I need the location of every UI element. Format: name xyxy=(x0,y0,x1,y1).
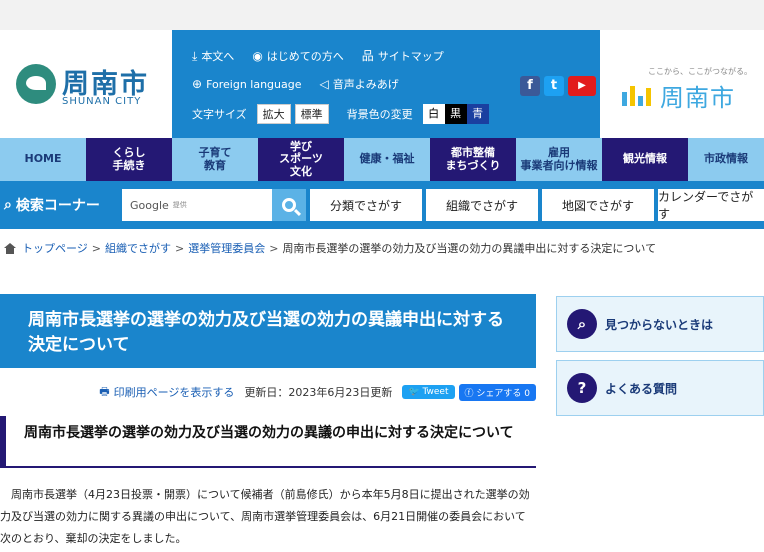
search-by-calendar[interactable]: カレンダーでさがす xyxy=(658,189,764,221)
nav-learning[interactable]: 学び スポーツ 文化 xyxy=(258,138,344,181)
page-title: 周南市長選挙の選挙の効力及び当選の効力の異議申出に対する決定について xyxy=(0,294,536,368)
first-time-link[interactable]: ◉ はじめての方へ xyxy=(252,48,343,64)
breadcrumb: トップページ > 組織でさがす > 選挙管理委員会 > 周南市長選挙の選挙の効力… xyxy=(0,238,764,258)
facebook-share-icon: ⓕ xyxy=(464,388,477,399)
breadcrumb-top[interactable]: トップページ xyxy=(22,240,88,256)
bg-white-button[interactable]: 白 xyxy=(422,104,445,124)
nav-employment[interactable]: 雇用 事業者向け情報 xyxy=(516,138,602,181)
breadcrumb-current: 周南市長選挙の選挙の効力及び当選の効力の異議申出に対する決定について xyxy=(282,242,657,255)
city-emblem-icon xyxy=(16,64,56,104)
google-provided-label: 提供 xyxy=(172,201,187,209)
breadcrumb-separator: > xyxy=(91,241,101,255)
language-row: ⊕ Foreign language ◁ 音声よみあげ xyxy=(192,76,417,92)
share-label: シェアする xyxy=(476,388,522,399)
print-link[interactable]: 🖶 印刷用ページを表示する xyxy=(99,383,234,402)
utility-panel: ⤓ 本文へ ◉ はじめての方へ 品サイトマップ ⊕ Foreign language … xyxy=(172,30,514,138)
not-found-link[interactable]: ⌕ 見つからないときは xyxy=(556,296,764,352)
breadcrumb-election-committee[interactable]: 選挙管理委員会 xyxy=(188,240,265,256)
updated-date: 更新日：2023年6月23日更新 xyxy=(244,386,393,399)
brand-tagline: ここから、ここがつながる。 xyxy=(648,67,752,76)
twitter-icon[interactable]: t xyxy=(544,76,564,96)
faq-label: よくある質問 xyxy=(605,381,678,396)
global-nav: HOME くらし 手続き 子育て 教育 学び スポーツ 文化 健康・福祉 都市整… xyxy=(0,138,764,181)
nav-city-info[interactable]: 市政情報 xyxy=(688,138,764,181)
printer-icon: 🖶 xyxy=(99,384,110,398)
top-strip xyxy=(0,0,764,30)
font-size-label: 文字サイズ xyxy=(192,108,247,121)
home-icon xyxy=(4,242,16,254)
search-by-map[interactable]: 地図でさがす xyxy=(542,189,654,221)
nav-living[interactable]: くらし 手続き xyxy=(86,138,172,181)
foreign-language-link[interactable]: ⊕ Foreign language xyxy=(192,78,302,91)
skip-to-content-link[interactable]: ⤓ 本文へ xyxy=(192,48,234,64)
magnifier-icon xyxy=(282,198,296,212)
search-icon: ⌕ xyxy=(4,197,12,213)
section-heading: 周南市長選挙の選挙の効力及び当選の効力の異議の申出に対する決定について xyxy=(0,416,536,468)
breadcrumb-separator: > xyxy=(175,241,185,255)
font-size-standard-button[interactable]: 標準 xyxy=(294,104,329,124)
twitter-bird-icon: 🐦 xyxy=(408,387,423,397)
read-aloud-label: 音声よみあげ xyxy=(332,78,399,91)
display-settings-row: 文字サイズ 拡大 標準 背景色の変更 白 黒 青 xyxy=(192,104,489,124)
brand-mark-icon xyxy=(622,82,652,106)
bg-black-button[interactable]: 黒 xyxy=(444,104,467,124)
breadcrumb-organization[interactable]: 組織でさがす xyxy=(105,240,171,256)
sitemap-label: サイトマップ xyxy=(377,50,444,63)
site-header: 周南市 SHUNAN CITY ⤓ 本文へ ◉ はじめての方へ 品サイトマップ ⊕ F… xyxy=(0,30,764,138)
breadcrumb-separator: > xyxy=(269,241,279,255)
search-corner-text: 検索コーナー xyxy=(15,198,100,214)
bg-color-label: 背景色の変更 xyxy=(346,108,413,121)
faq-link[interactable]: ? よくある質問 xyxy=(556,360,764,416)
font-size-enlarge-button[interactable]: 拡大 xyxy=(256,104,291,124)
search-by-organization[interactable]: 組織でさがす xyxy=(426,189,538,221)
foreign-language-label: Foreign language xyxy=(206,77,302,91)
question-icon: ? xyxy=(567,373,597,403)
article-body: 周南市長選挙（4月23日投票・開票）について候補者（前島修氏）から本年5月8日に… xyxy=(0,488,530,545)
site-logo[interactable]: 周南市 SHUNAN CITY xyxy=(0,30,172,138)
social-links: f t ▶ xyxy=(514,30,600,138)
search-by-category[interactable]: 分類でさがす xyxy=(310,189,422,221)
tweet-label: Tweet xyxy=(422,387,449,397)
tweet-button[interactable]: 🐦 Tweet xyxy=(402,385,455,399)
nav-health[interactable]: 健康・福祉 xyxy=(344,138,430,181)
utility-links: ⤓ 本文へ ◉ はじめての方へ 品サイトマップ xyxy=(192,48,462,64)
print-label: 印刷用ページを表示する xyxy=(113,386,235,399)
nav-tourism[interactable]: 観光情報 xyxy=(602,138,688,181)
read-aloud-link[interactable]: ◁ 音声よみあげ xyxy=(320,76,399,92)
sitemap-link[interactable]: 品サイトマップ xyxy=(362,48,444,64)
skip-label: 本文へ xyxy=(201,50,235,63)
search-button[interactable] xyxy=(272,189,306,221)
bg-blue-button[interactable]: 青 xyxy=(466,104,489,124)
facebook-icon[interactable]: f xyxy=(520,76,540,96)
search-bar: ⌕ 検索コーナー Google 提供 分類でさがす 組織でさがす 地図でさがす カ… xyxy=(0,181,764,229)
google-label: Google xyxy=(130,198,169,212)
nav-home[interactable]: HOME xyxy=(0,138,86,181)
facebook-share-button[interactable]: ⓕ シェアする 0 xyxy=(458,383,536,401)
share-count: 0 xyxy=(524,388,530,399)
article-meta: 🖶 印刷用ページを表示する 更新日：2023年6月23日更新 🐦 Tweet ⓕ … xyxy=(0,382,536,402)
search-help-icon: ⌕ xyxy=(567,309,597,339)
search-corner-label: ⌕ 検索コーナー xyxy=(4,195,100,215)
speaker-icon: ◁ xyxy=(319,77,329,91)
search-input[interactable]: Google 提供 xyxy=(122,189,272,221)
shield-icon: ◉ xyxy=(252,49,263,63)
nav-childcare[interactable]: 子育て 教育 xyxy=(172,138,258,181)
city-brand[interactable]: ここから、ここがつながる。 周南市 xyxy=(600,30,764,138)
logo-subtitle: SHUNAN CITY xyxy=(62,96,142,107)
not-found-label: 見つからないときは xyxy=(605,317,714,332)
globe-icon: ⊕ xyxy=(192,77,203,91)
youtube-icon[interactable]: ▶ xyxy=(568,76,596,96)
sitemap-icon: 品 xyxy=(361,49,374,63)
first-time-label: はじめての方へ xyxy=(266,50,344,63)
nav-urban[interactable]: 都市整備 まちづくり xyxy=(430,138,516,181)
arrow-down-icon: ⤓ xyxy=(192,49,198,63)
brand-name: 周南市 xyxy=(660,84,735,112)
